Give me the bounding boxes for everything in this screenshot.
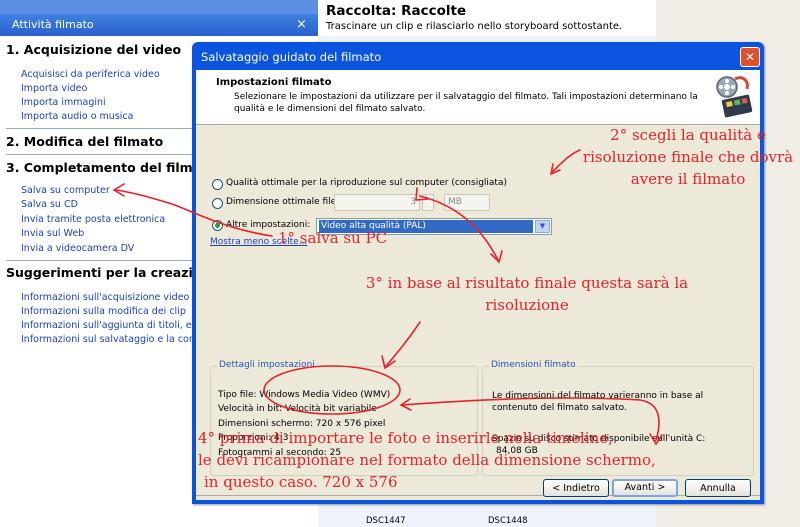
radio-selected-dot (215, 223, 220, 228)
file-size-title: Dimensioni filmato (489, 360, 578, 370)
section-tips-title[interactable]: Suggerimenti per la creazione (6, 265, 219, 280)
label-best-size[interactable]: Dimensione ottimale file: (226, 197, 339, 207)
link-import-audio[interactable]: Importa audio o musica (21, 111, 133, 122)
section-capture-title[interactable]: 1. Acquisizione del video (6, 42, 181, 57)
link-import-images[interactable]: Importa immagini (21, 97, 106, 108)
note-4-line1: 4° prima di importare le foto e inserirl… (198, 429, 613, 447)
chevron-down-icon[interactable]: ▼ (535, 220, 550, 233)
cancel-button[interactable]: Annulla (685, 479, 751, 497)
next-button[interactable]: Avanti > (612, 479, 678, 497)
back-button[interactable]: < Indietro (543, 479, 609, 497)
note-3: 3° in base al risultato finale questa sa… (365, 274, 689, 314)
detail-bitrate: Velocità in bit: Velocità bit variabile (218, 404, 377, 414)
link-tip-titles[interactable]: Informazioni sull'aggiunta di titoli, ef… (21, 320, 214, 331)
note-4-line2: le devi ricampionare nel formato della d… (198, 451, 656, 469)
link-tip-edit[interactable]: Informazioni sulla modifica dei clip (21, 306, 186, 317)
size-input[interactable]: 3 (334, 194, 420, 211)
close-icon[interactable]: × (296, 14, 307, 36)
file-size-text: Le dimensioni del filmato varieranno in … (492, 391, 704, 413)
link-import-video[interactable]: Importa video (21, 83, 87, 94)
thumbnail-label[interactable]: DSC1447 (366, 516, 406, 526)
note-4-line3: in questo caso. 720 x 576 (204, 473, 398, 491)
link-send-dv[interactable]: Invia a videocamera DV (21, 243, 134, 254)
collection-title: Raccolta: Raccolte (326, 3, 467, 19)
link-tip-capture[interactable]: Informazioni sull'acquisizione video (21, 292, 189, 303)
detail-file-type: Tipo file: Windows Media Video (WMV) (218, 390, 391, 400)
size-spinner[interactable] (422, 194, 434, 211)
note-1: 1° salva su PC (278, 229, 388, 247)
link-send-web[interactable]: Invia sul Web (21, 228, 84, 239)
thumbnail-label[interactable]: DSC1448 (488, 516, 528, 526)
label-best-quality[interactable]: Qualità ottimale per la riproduzione sul… (226, 178, 507, 188)
section-finish-title[interactable]: 3. Completamento del filmato (6, 160, 216, 175)
radio-best-size[interactable] (212, 198, 223, 209)
dialog-header: Impostazioni filmato Selezionare le impo… (196, 70, 760, 125)
dialog-title: Salvataggio guidato del filmato (201, 50, 382, 64)
size-unit-select[interactable]: MB (444, 194, 490, 211)
close-button[interactable]: ✕ (740, 47, 760, 67)
link-save-cd[interactable]: Salva su CD (21, 199, 78, 210)
task-pane-top-strip (0, 0, 318, 14)
details-title: Dettagli impostazioni (217, 360, 317, 370)
radio-best-quality[interactable] (212, 179, 223, 190)
dialog-description: Selezionare le impostazioni da utilizzar… (234, 92, 698, 114)
section-edit-title[interactable]: 2. Modifica del filmato (6, 134, 163, 149)
radio-other-settings[interactable] (212, 220, 223, 231)
link-tip-save[interactable]: Informazioni sul salvataggio e la condiv… (21, 334, 217, 345)
collection-subtitle: Trascinare un clip e rilasciarlo nello s… (326, 21, 623, 32)
link-send-email[interactable]: Invia tramite posta elettronica (21, 214, 165, 225)
link-capture-device[interactable]: Acquisisci da periferica video (21, 69, 160, 80)
film-reel-icon (716, 76, 753, 118)
task-pane-header: Attività filmato × (0, 14, 318, 36)
note-2: 2° scegli la qualità e risoluzione final… (582, 126, 794, 188)
link-save-computer[interactable]: Salva su computer (21, 185, 110, 196)
dialog-heading: Impostazioni filmato (216, 77, 332, 88)
task-pane-title: Attività filmato (12, 18, 94, 31)
